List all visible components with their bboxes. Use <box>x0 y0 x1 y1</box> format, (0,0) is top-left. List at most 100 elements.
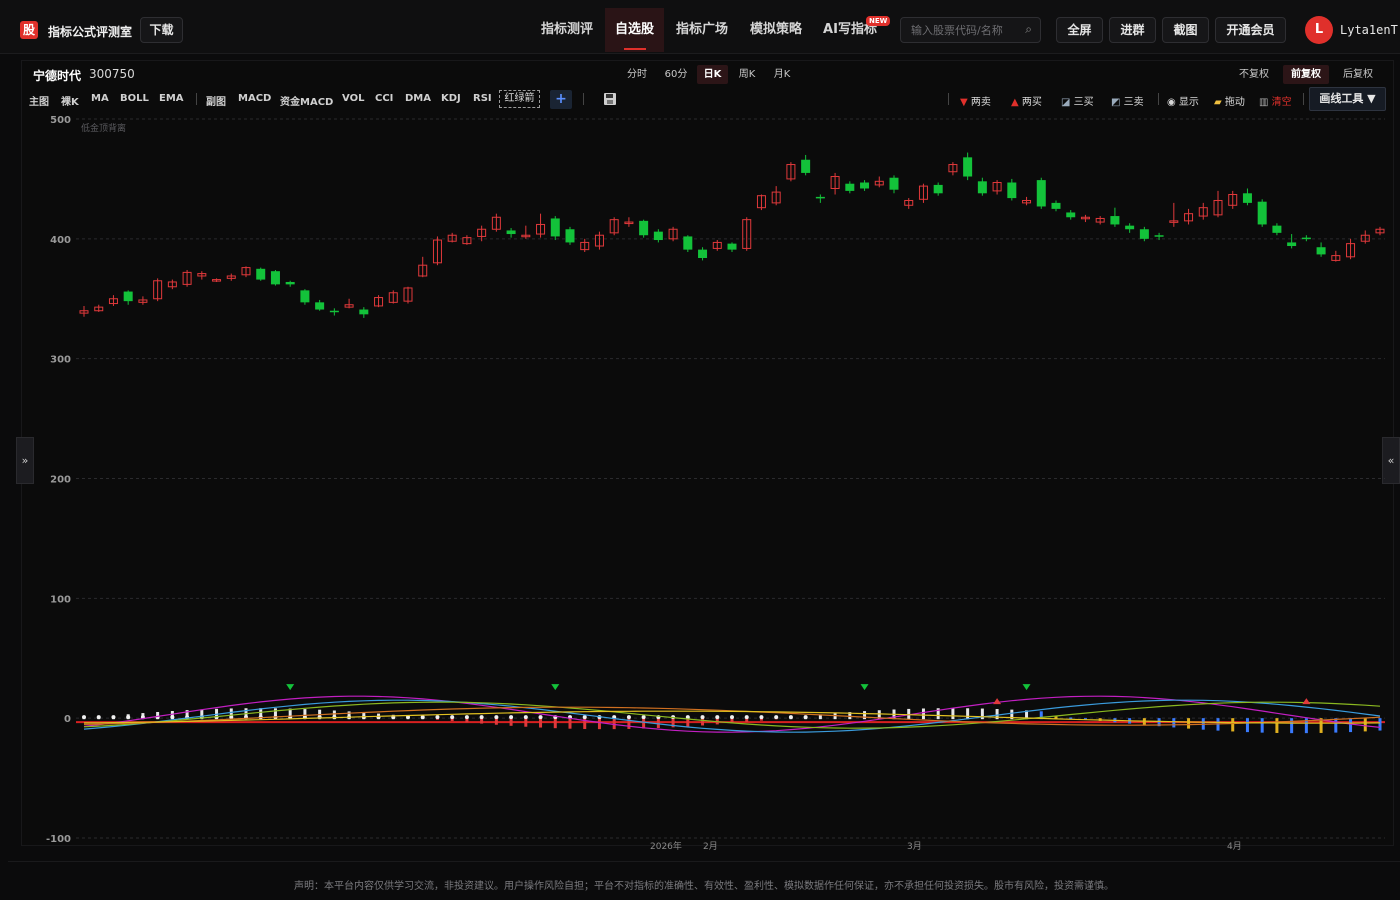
candle-body-down <box>285 281 295 285</box>
indicator-line <box>83 695 1381 733</box>
y-tick-label: 100 <box>50 594 71 605</box>
buy-arrow-icon <box>1302 698 1311 705</box>
candle-body-down <box>1007 182 1017 199</box>
x-axis-label: 3月 <box>907 841 922 852</box>
candle-body-down <box>1272 225 1282 233</box>
candle-body-down <box>329 310 339 313</box>
indicator-bar <box>1231 718 1235 732</box>
indicator-bar <box>1290 718 1294 734</box>
y-tick-label: 400 <box>50 235 71 246</box>
indicator-bar <box>524 718 528 727</box>
indicator-bar <box>656 718 660 729</box>
disclaimer-text: 声明：本平台内容仅供学习交流，非投资建议。用户操作风险自担；平台不对指标的准确性… <box>294 881 1114 892</box>
candle-body-down <box>1301 237 1311 240</box>
indicator-bar <box>921 708 925 720</box>
indicator-bar <box>951 708 955 720</box>
indicator-dot <box>803 715 808 720</box>
sell-arrow-icon <box>860 684 869 691</box>
indicator-bar <box>863 711 867 720</box>
candle-body-down <box>639 220 649 236</box>
indicator-bar <box>612 718 616 730</box>
indicator-bar <box>568 718 572 729</box>
candle-body-down <box>315 302 325 310</box>
indicator-bar <box>597 718 601 730</box>
x-axis-label: 2026年 <box>650 840 682 852</box>
candle-body-down <box>727 243 737 250</box>
indicator-bar <box>1260 718 1264 733</box>
candle-body-down <box>550 218 560 237</box>
candle-body-down <box>1257 201 1267 225</box>
indicator-bar <box>642 718 646 729</box>
buy-arrow-icon <box>993 698 1002 705</box>
candle-body-down <box>300 290 310 303</box>
candle-body-down <box>683 236 693 250</box>
candle-body-down <box>1066 212 1076 218</box>
indicator-bar <box>1275 718 1279 733</box>
candle-body-down <box>1287 242 1297 247</box>
candle-body-down <box>1316 247 1326 255</box>
indicator-dot <box>96 715 101 720</box>
candle-body-down <box>860 182 870 189</box>
indicator-dot <box>730 715 734 720</box>
candle-body-down <box>977 181 987 194</box>
indicator-dot <box>170 715 175 720</box>
y-tick-label: -100 <box>46 834 71 845</box>
x-axis-label: 2月 <box>703 841 718 852</box>
indicator-dot <box>523 715 528 720</box>
indicator-bar <box>1172 718 1176 728</box>
candle-body-down <box>801 159 811 173</box>
candle-body-down <box>1242 193 1252 203</box>
candle-body-down <box>359 309 369 315</box>
candle-body-down <box>963 157 973 177</box>
indicator-bar <box>701 718 705 726</box>
indicator-dot <box>435 715 440 720</box>
candle-body-down <box>653 231 663 241</box>
indicator-bar <box>1363 718 1367 732</box>
candle-body-down <box>1110 216 1120 225</box>
candle-body-down <box>506 230 516 235</box>
indicator-bar <box>1349 718 1353 733</box>
indicator-dot <box>420 715 425 720</box>
indicator-dot <box>494 715 499 720</box>
candle-body-down <box>1125 225 1135 230</box>
indicator-dot <box>126 715 131 720</box>
kline-chart[interactable]: 500 400 300 200 100 0 -100 低金顶背离 2026年 2月 3月 4月 <box>0 0 1400 860</box>
indicator-dot <box>715 715 720 720</box>
sell-arrow-icon <box>1022 684 1031 691</box>
sell-arrow-icon <box>551 684 560 691</box>
y-tick-label: 200 <box>50 475 71 486</box>
candle-body-down <box>1051 202 1061 209</box>
y-tick-label: 300 <box>50 355 71 366</box>
indicator-bar <box>553 718 557 729</box>
indicator-dot <box>788 715 793 720</box>
candle-body-down <box>256 268 266 280</box>
indicator-dot <box>82 715 86 720</box>
indicator-bar <box>1378 718 1382 731</box>
indicator-dot <box>641 715 646 720</box>
candle-body-down <box>889 177 899 190</box>
chart-watermark: 低金顶背离 <box>81 122 126 134</box>
indicator-dot <box>464 715 469 720</box>
sell-arrow-icon <box>286 684 295 691</box>
candle-body-down <box>698 249 708 259</box>
y-tick-label: 0 <box>64 714 71 725</box>
indicator-dot <box>538 715 543 720</box>
candle-body-down <box>123 291 133 302</box>
indicator-dot <box>111 715 116 720</box>
indicator-bar <box>966 708 970 720</box>
indicator-bar <box>1245 718 1249 733</box>
candle-body-down <box>933 184 943 194</box>
indicator-bar <box>1187 718 1191 729</box>
indicator-bar <box>539 718 543 728</box>
indicator-bar <box>1334 718 1338 733</box>
indicator-dot <box>774 715 779 720</box>
footer: 声明：本平台内容仅供学习交流，非投资建议。用户操作风险自担；平台不对指标的准确性… <box>8 861 1400 900</box>
indicator-dot <box>626 715 631 720</box>
x-axis-label: 4月 <box>1227 841 1242 852</box>
candle-body-down <box>1154 235 1164 237</box>
indicator-dot <box>450 715 455 720</box>
indicator-dot <box>700 715 705 720</box>
candle-body-down <box>565 229 575 243</box>
indicator-dot <box>744 715 749 720</box>
candle-body-down <box>1036 180 1046 207</box>
